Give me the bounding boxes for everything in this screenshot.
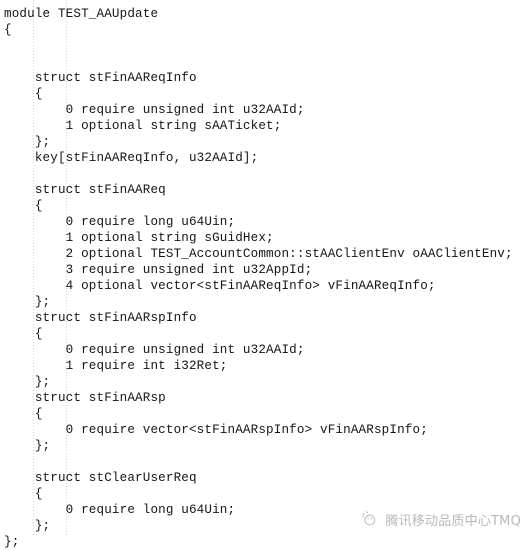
code-line: key[stFinAAReqInfo, u32AAId]; (4, 151, 259, 165)
code-line: struct stFinAAReqInfo (4, 71, 197, 85)
code-line: }; (4, 535, 20, 549)
code-line: 0 require unsigned int u32AAId; (4, 103, 305, 117)
code-line: { (4, 407, 43, 421)
code-line: { (4, 87, 43, 101)
code-line: 0 require unsigned int u32AAId; (4, 343, 305, 357)
code-line: 1 require int i32Ret; (4, 359, 228, 373)
code-line: 2 optional TEST_AccountCommon::stAAClien… (4, 247, 513, 261)
code-line: { (4, 23, 12, 37)
code-line: }; (4, 439, 51, 453)
code-line: }; (4, 519, 51, 533)
screenshot-root: module TEST_AAUpdate { struct stFinAAReqI… (0, 0, 527, 549)
code-line: 1 optional string sGuidHex; (4, 231, 274, 245)
code-line: }; (4, 135, 51, 149)
code-line: 0 require long u64Uin; (4, 215, 236, 229)
code-line: { (4, 327, 43, 341)
code-line: struct stFinAAReq (4, 183, 166, 197)
code-line: 0 require vector<stFinAARspInfo> vFinAAR… (4, 423, 428, 437)
code-line: }; (4, 375, 51, 389)
code-line: 3 require unsigned int u32AppId; (4, 263, 313, 277)
code-line: 4 optional vector<stFinAAReqInfo> vFinAA… (4, 279, 436, 293)
code-line: 0 require long u64Uin; (4, 503, 236, 517)
code-line: { (4, 487, 43, 501)
code-line: { (4, 199, 43, 213)
code-line: struct stClearUserReq (4, 471, 197, 485)
code-line: module TEST_AAUpdate (4, 7, 159, 21)
code-listing[interactable]: module TEST_AAUpdate { struct stFinAAReqI… (0, 0, 527, 549)
code-line: 1 optional string sAATicket; (4, 119, 282, 133)
code-lines-container: module TEST_AAUpdate { struct stFinAAReqI… (0, 6, 527, 550)
code-line: struct stFinAARsp (4, 391, 166, 405)
code-line: struct stFinAARspInfo (4, 311, 197, 325)
code-line: }; (4, 295, 51, 309)
